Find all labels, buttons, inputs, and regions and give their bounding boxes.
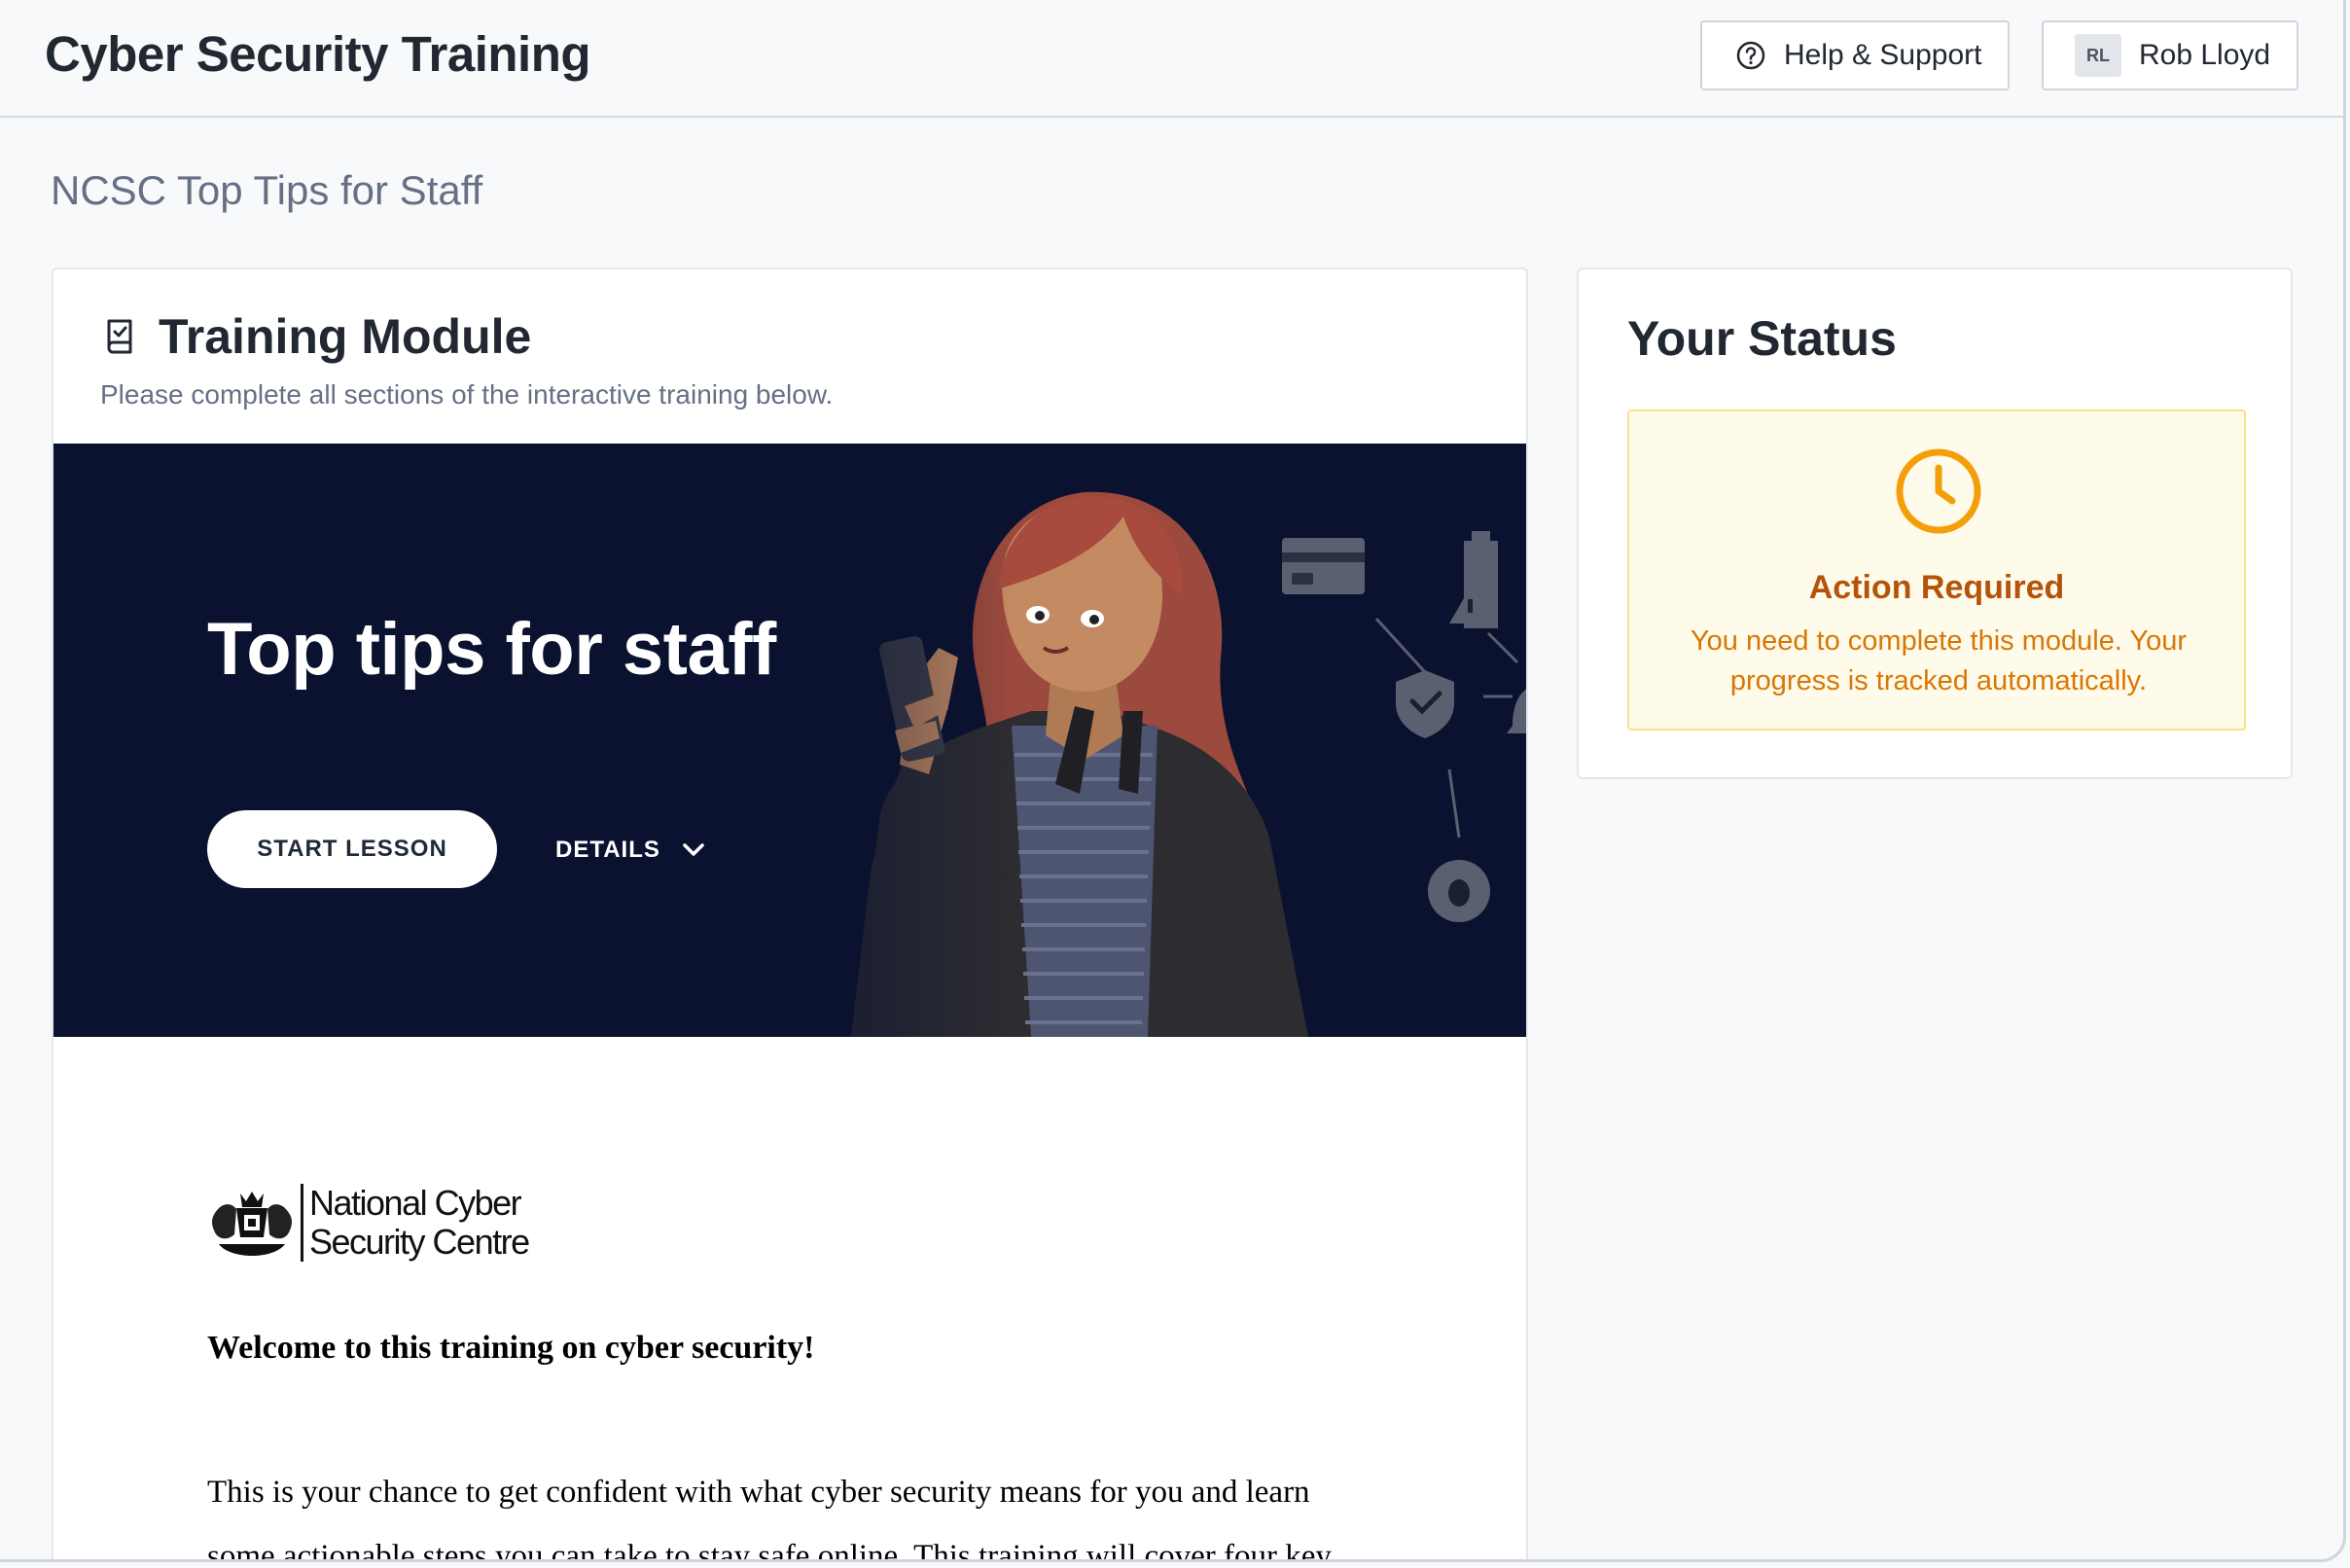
training-module-card: Training Module Please complete all sect…	[52, 267, 1528, 1562]
top-bar: Cyber Security Training Help & Support R…	[0, 0, 2343, 118]
help-circle-icon	[1736, 41, 1765, 70]
user-name: Rob Lloyd	[2139, 39, 2271, 71]
intro-paragraph: This is your chance to get confident wit…	[207, 1475, 1332, 1562]
status-title: Your Status	[1627, 311, 1897, 366]
banner-title: Top tips for staff	[207, 608, 776, 691]
book-check-icon	[107, 319, 132, 354]
user-menu-button[interactable]: RL Rob Lloyd	[2042, 20, 2298, 90]
staff-illustration	[734, 444, 1526, 1037]
module-title: Training Module	[159, 309, 532, 364]
lesson-content: National Cyber Security Centre Welcome t…	[207, 1184, 1374, 1562]
start-lesson-button[interactable]: START LESSON	[207, 810, 497, 888]
clock-icon	[1896, 448, 1981, 534]
chevron-down-icon	[683, 843, 704, 856]
status-alert: Action Required You need to complete thi…	[1627, 410, 2246, 731]
details-label: DETAILS	[555, 837, 660, 863]
module-subtitle: Please complete all sections of the inte…	[100, 379, 834, 410]
help-support-button[interactable]: Help & Support	[1700, 20, 2010, 90]
status-message: You need to complete this module. Your p…	[1690, 625, 2188, 696]
royal-crest-icon	[212, 1192, 292, 1256]
app-window: Cyber Security Training Help & Support R…	[0, 0, 2346, 1562]
ncsc-wordmark: National Cyber Security Centre	[301, 1183, 530, 1262]
details-toggle[interactable]: DETAILS	[555, 831, 707, 870]
logo-line-2: Security Centre	[309, 1222, 530, 1262]
status-state: Action Required	[1808, 569, 2065, 606]
page-title: NCSC Top Tips for Staff	[51, 167, 483, 213]
lesson-banner: Top tips for staff START LESSON DETAILS	[53, 444, 1526, 1037]
logo-line-1: National Cyber	[309, 1183, 522, 1223]
help-support-label: Help & Support	[1784, 39, 1982, 71]
module-header: Training Module	[100, 308, 531, 365]
welcome-heading: Welcome to this training on cyber securi…	[207, 1330, 815, 1366]
app-title: Cyber Security Training	[45, 26, 591, 82]
status-card: Your Status Action Required You need to …	[1577, 267, 2293, 779]
ncsc-logo: National Cyber Security Centre	[207, 1184, 1374, 1262]
avatar: RL	[2075, 34, 2121, 77]
